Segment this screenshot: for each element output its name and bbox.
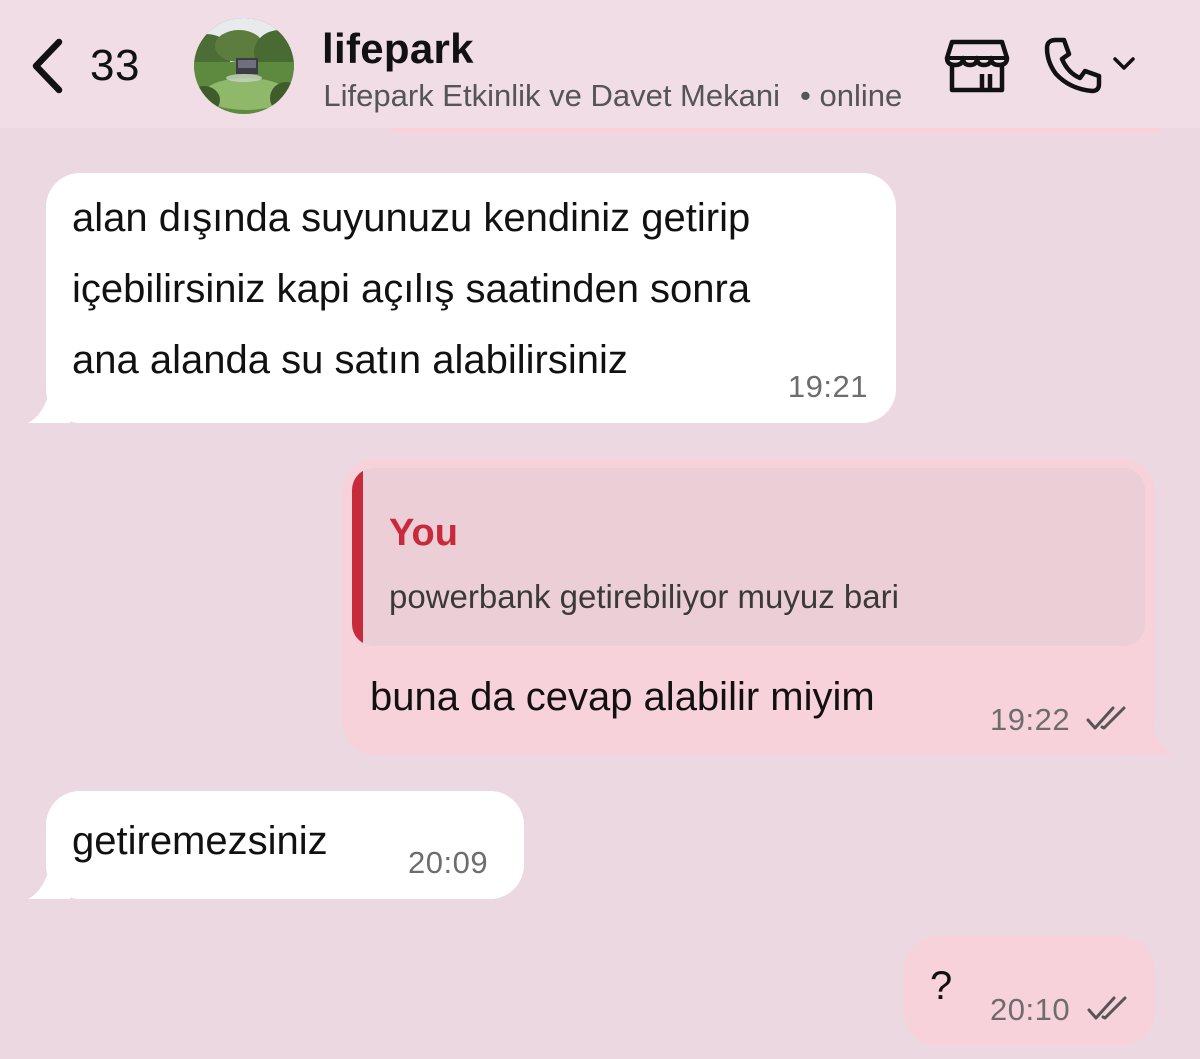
avatar[interactable] (194, 18, 294, 114)
phone-icon (1042, 34, 1104, 101)
message-text: ? (930, 964, 953, 1008)
message-time: 19:21 (787, 369, 868, 404)
message-time: 20:10 (990, 992, 1071, 1027)
message-text: getiremezsiniz (72, 819, 328, 863)
chat-header: 33 lifepark Lifepark Etkinlik ve Davet M… (0, 0, 1200, 128)
chevron-down-icon (1112, 56, 1136, 77)
message-text: buna da cevap alabilir miyim (370, 675, 875, 719)
unread-count: 33 (90, 41, 140, 90)
bubble-tail (28, 865, 70, 899)
incoming-message[interactable]: alan dışında suyunuzu kendiniz getirip i… (28, 173, 896, 423)
quote-author: You (389, 512, 458, 554)
online-status: • online (800, 78, 903, 113)
catalog-button[interactable] (944, 38, 1010, 94)
incoming-message[interactable]: getiremezsiniz 20:09 (28, 791, 524, 899)
quoted-message[interactable]: You powerbank getirebiliyor muyuz bari (352, 468, 1145, 646)
outgoing-message[interactable]: You powerbank getirebiliyor muyuz bari b… (342, 458, 1173, 755)
message-list[interactable]: alan dışında suyunuzu kendiniz getirip i… (0, 88, 1200, 1059)
bubble-tail (1131, 721, 1173, 755)
call-button[interactable] (1042, 34, 1138, 98)
quote-accent-bar (352, 468, 363, 646)
bubble-tail (28, 389, 70, 423)
contact-info[interactable]: lifepark Lifepark Etkinlik ve Davet Meka… (322, 24, 922, 116)
quote-text: powerbank getirebiliyor muyuz bari (389, 578, 899, 615)
message-time: 20:09 (408, 845, 489, 880)
business-description: Lifepark Etkinlik ve Davet Mekani (323, 78, 780, 113)
contact-subtitle: Lifepark Etkinlik ve Davet Mekani • onli… (322, 76, 922, 116)
read-receipt-icon (1087, 995, 1129, 1026)
storefront-icon (944, 39, 1010, 98)
contact-name: lifepark (322, 25, 474, 72)
message-text: alan dışında suyunuzu kendiniz getirip i… (72, 196, 751, 382)
chevron-left-icon (30, 38, 64, 94)
message-time: 19:22 (990, 702, 1071, 737)
outgoing-message[interactable]: ? 20:10 (904, 936, 1155, 1046)
back-button[interactable]: 33 (30, 34, 170, 98)
read-receipt-icon (1086, 705, 1128, 736)
